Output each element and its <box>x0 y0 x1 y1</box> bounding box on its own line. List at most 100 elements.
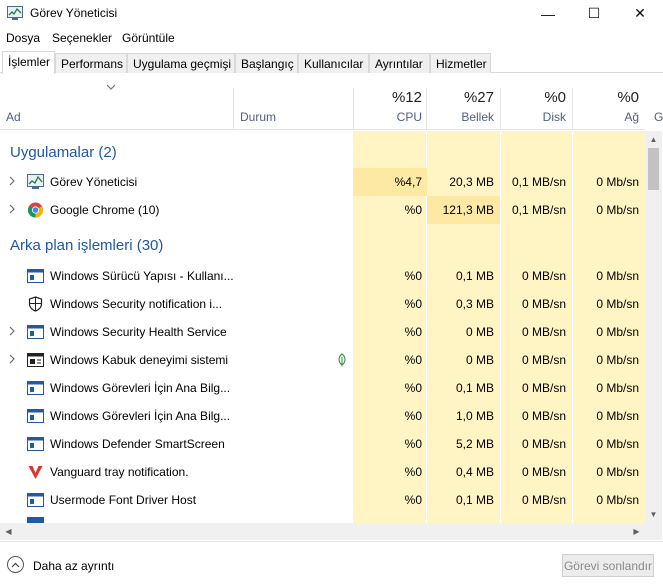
column-divider[interactable] <box>233 88 234 130</box>
horizontal-scrollbar[interactable]: ◀ ▶ <box>0 523 645 540</box>
cpu-value: %0 <box>404 493 422 507</box>
column-cpu[interactable]: CPU <box>397 110 422 124</box>
group-background-title[interactable]: Arka plan işlemleri (30) <box>10 237 163 254</box>
network-value: 0 Mb/sn <box>596 203 639 217</box>
process-name: Windows Sürücü Yapısı - Kullanı... <box>50 269 234 283</box>
chevron-right-icon[interactable] <box>8 354 16 364</box>
table-row[interactable]: Görev Yöneticisi %4,7 20,3 MB 0,1 MB/sn … <box>0 168 645 196</box>
chevron-right-icon[interactable] <box>8 326 16 336</box>
menu-options[interactable]: Seçenekler <box>52 31 112 45</box>
process-name: Vanguard tray notification. <box>50 465 189 479</box>
shell-window-icon <box>27 353 44 367</box>
close-icon: ✕ <box>634 5 646 21</box>
column-divider[interactable] <box>353 88 354 130</box>
menu-view[interactable]: Görüntüle <box>122 31 175 45</box>
tab-performance[interactable]: Performans <box>55 53 127 73</box>
process-name: Usermode Font Driver Host <box>50 493 197 507</box>
network-value: 0 Mb/sn <box>596 409 639 423</box>
leaf-icon <box>338 353 346 367</box>
network-value: 0 Mb/sn <box>596 297 639 311</box>
column-disk[interactable]: Disk <box>543 110 566 124</box>
service-window-icon <box>27 493 44 507</box>
table-row[interactable]: Windows Görevleri İçin Ana Bilg... %0 0,… <box>0 374 645 402</box>
close-button[interactable]: ✕ <box>617 0 663 27</box>
column-divider[interactable] <box>572 88 573 130</box>
table-row[interactable]: Vanguard tray notification. %0 0,4 MB 0 … <box>0 458 645 486</box>
table-row[interactable]: Windows Kabuk deneyimi sistemi %0 0 MB 0… <box>0 346 645 374</box>
scroll-up-icon[interactable]: ▲ <box>645 131 662 148</box>
column-divider[interactable] <box>426 88 427 130</box>
process-name: Windows Security notification i... <box>50 297 223 311</box>
minimize-button[interactable]: — <box>525 0 571 27</box>
column-memory[interactable]: Bellek <box>461 110 494 124</box>
memory-value: 0,4 MB <box>455 465 494 479</box>
title-bar: Görev Yöneticisi — ☐ ✕ <box>0 0 663 27</box>
disk-value: 0 MB/sn <box>521 465 566 479</box>
tab-services[interactable]: Hizmetler <box>430 53 491 73</box>
disk-value: 0 MB/sn <box>521 493 566 507</box>
tab-processes[interactable]: İşlemler <box>2 51 55 74</box>
disk-value: 0 MB/sn <box>521 297 566 311</box>
scroll-corner <box>645 523 662 540</box>
network-value: 0 Mb/sn <box>596 465 639 479</box>
column-network[interactable]: Ağ <box>624 110 639 124</box>
chevron-down-icon[interactable] <box>106 84 116 90</box>
scroll-down-icon[interactable]: ▼ <box>645 506 662 523</box>
cpu-value: %0 <box>404 409 422 423</box>
network-value: 0 Mb/sn <box>596 381 639 395</box>
table-row[interactable]: Windows Security notification i... %0 0,… <box>0 290 645 318</box>
service-window-icon <box>27 269 44 283</box>
disk-percent: %0 <box>544 89 566 106</box>
memory-value: 1,0 MB <box>455 409 494 423</box>
table-row[interactable]: Windows Görevleri İçin Ana Bilg... %0 1,… <box>0 402 645 430</box>
memory-value: 20,3 MB <box>449 175 494 189</box>
service-window-icon <box>27 325 44 339</box>
horizontal-scroll-track[interactable] <box>17 527 617 536</box>
scroll-right-icon[interactable]: ▶ <box>628 523 645 540</box>
memory-value: 0,1 MB <box>455 381 494 395</box>
end-task-button[interactable]: Görevi sonlandır <box>562 554 654 577</box>
chevron-right-icon[interactable] <box>8 204 16 214</box>
vertical-scroll-thumb[interactable] <box>648 148 659 190</box>
network-value: 0 Mb/sn <box>596 175 639 189</box>
table-row[interactable]: Google Chrome (10) %0 121,3 MB 0,1 MB/sn… <box>0 196 645 224</box>
group-apps-title[interactable]: Uygulamalar (2) <box>10 144 117 161</box>
table-row[interactable]: Windows Security Health Service %0 0 MB … <box>0 318 645 346</box>
tab-app-history[interactable]: Uygulama geçmişi <box>127 53 235 73</box>
process-name: Google Chrome (10) <box>50 203 160 217</box>
column-name[interactable]: Ad <box>6 110 21 124</box>
process-name: Windows Defender SmartScreen <box>50 437 225 451</box>
column-divider[interactable] <box>500 88 501 130</box>
network-value: 0 Mb/sn <box>596 493 639 507</box>
menu-file[interactable]: Dosya <box>6 31 40 45</box>
tab-users[interactable]: Kullanıcılar <box>298 53 369 73</box>
window-title: Görev Yöneticisi <box>30 6 118 20</box>
column-header: Ad Durum %12 CPU %27 Bellek %0 Disk %0 A… <box>0 74 645 130</box>
fewer-details-link[interactable]: Daha az ayrıntı <box>33 559 114 573</box>
tab-startup[interactable]: Başlangıç <box>235 53 298 73</box>
maximize-button[interactable]: ☐ <box>571 0 617 27</box>
network-percent: %0 <box>617 89 639 106</box>
vertical-scrollbar[interactable]: ▲ ▼ <box>645 131 662 523</box>
column-partial[interactable]: G <box>654 110 663 124</box>
cpu-value: %0 <box>404 297 422 311</box>
task-manager-icon <box>7 6 23 20</box>
minimize-icon: — <box>541 5 555 22</box>
tab-details[interactable]: Ayrıntılar <box>369 53 430 73</box>
scroll-left-icon[interactable]: ◀ <box>0 523 17 540</box>
service-window-icon <box>27 437 44 451</box>
disk-value: 0 MB/sn <box>521 437 566 451</box>
chevron-right-icon[interactable] <box>8 176 16 186</box>
memory-value: 0,1 MB <box>455 493 494 507</box>
cpu-value: %0 <box>404 465 422 479</box>
network-value: 0 Mb/sn <box>596 325 639 339</box>
maximize-icon: ☐ <box>587 5 601 21</box>
table-row[interactable]: Windows Defender SmartScreen %0 5,2 MB 0… <box>0 430 645 458</box>
memory-value: 0,3 MB <box>455 297 494 311</box>
network-value: 0 Mb/sn <box>596 353 639 367</box>
table-row[interactable]: Usermode Font Driver Host %0 0,1 MB 0 MB… <box>0 486 645 514</box>
column-status[interactable]: Durum <box>240 110 276 124</box>
table-row[interactable]: Windows Sürücü Yapısı - Kullanı... %0 0,… <box>0 262 645 290</box>
network-value: 0 Mb/sn <box>596 269 639 283</box>
chevron-up-icon[interactable] <box>7 556 24 573</box>
